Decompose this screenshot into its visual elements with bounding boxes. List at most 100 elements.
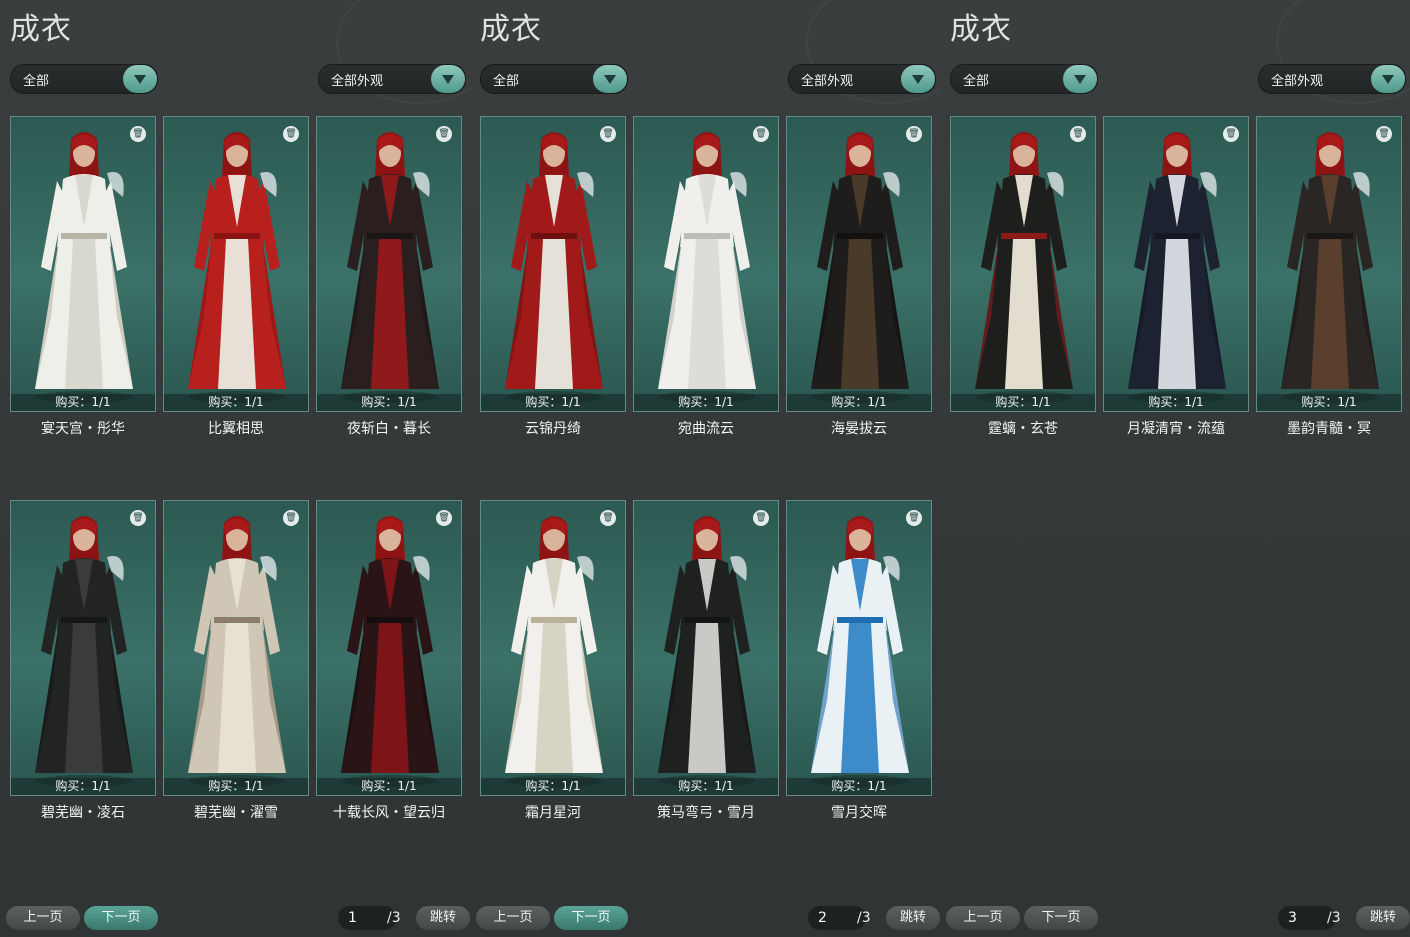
next-page-button[interactable]: 下一页 (84, 906, 158, 930)
purchase-count: 购买：1/1 (787, 394, 931, 411)
panel-title: 成衣 (480, 12, 542, 47)
outfit-card[interactable]: 🗑 购买：1/1 (316, 500, 462, 796)
chevron-down-icon[interactable] (431, 65, 465, 93)
category-dropdown-label: 全部 (23, 74, 50, 89)
trash-icon[interactable]: 🗑 (753, 126, 769, 142)
outfit-figure (505, 132, 603, 403)
chevron-down-icon[interactable] (593, 65, 627, 93)
outfit-name: 海晏拔云 (831, 421, 887, 437)
purchase-count: 购买：1/1 (11, 778, 155, 795)
trash-icon[interactable]: 🗑 (600, 510, 616, 526)
outfit-name: 碧芜幽・濯雪 (194, 805, 278, 821)
chevron-down-icon[interactable] (1371, 65, 1405, 93)
outfit-figure (1128, 132, 1226, 403)
next-page-button[interactable]: 下一页 (554, 906, 628, 930)
chevron-down-icon[interactable] (123, 65, 157, 93)
trash-icon[interactable]: 🗑 (1376, 126, 1392, 142)
outfit-card[interactable]: 🗑 购买：1/1 (480, 500, 626, 796)
outfit-card[interactable]: 🗑 购买：1/1 (633, 500, 779, 796)
outfit-figure (811, 516, 909, 787)
outfit-name: 月凝清宵・流蕴 (1127, 421, 1225, 437)
prev-page-button[interactable]: 上一页 (6, 906, 80, 930)
outfit-name: 夜斩白・暮长 (347, 421, 431, 437)
trash-icon[interactable]: 🗑 (130, 510, 146, 526)
trash-icon[interactable]: 🗑 (283, 510, 299, 526)
outfit-figure (188, 516, 286, 787)
purchase-count: 购买：1/1 (787, 778, 931, 795)
outfit-card[interactable]: 🗑 购买：1/1 (633, 116, 779, 412)
outfit-card[interactable]: 🗑 购买：1/1 (1256, 116, 1402, 412)
trash-icon[interactable]: 🗑 (906, 510, 922, 526)
purchase-count: 购买：1/1 (1257, 394, 1401, 411)
trash-icon[interactable]: 🗑 (436, 510, 452, 526)
outfit-figure (1281, 132, 1379, 403)
outfit-figure (35, 516, 133, 787)
appearance-dropdown-label: 全部外观 (801, 74, 854, 89)
chevron-down-icon[interactable] (1063, 65, 1097, 93)
trash-icon[interactable]: 🗑 (1223, 126, 1239, 142)
trash-icon[interactable]: 🗑 (1070, 126, 1086, 142)
wardrobe-panel: 成衣 全部 全部外观 🗑 购买：1/1 宴天宫・彤华 🗑 购买：1/1 比翼相思 🗑 购买：1/1 夜… (0, 0, 470, 937)
category-dropdown-label: 全部 (493, 74, 520, 89)
category-dropdown[interactable]: 全部 (10, 64, 158, 94)
purchase-count: 购买：1/1 (164, 394, 308, 411)
outfit-name: 宴天宫・彤华 (41, 421, 125, 437)
page-total: /3 (387, 910, 401, 926)
purchase-count: 购买：1/1 (634, 778, 778, 795)
category-dropdown[interactable]: 全部 (480, 64, 628, 94)
appearance-dropdown[interactable]: 全部外观 (788, 64, 936, 94)
outfit-name: 雪月交晖 (831, 805, 887, 821)
outfit-card[interactable]: 🗑 购买：1/1 (1103, 116, 1249, 412)
wardrobe-panel: 成衣全部 全部外观 🗑 购买：1/1 云锦丹绮 🗑 购买：1/1 宛曲流云 🗑 购买：1/1 海晏拔… (470, 0, 940, 937)
chevron-down-icon[interactable] (901, 65, 935, 93)
outfit-name: 宛曲流云 (678, 421, 734, 437)
appearance-dropdown[interactable]: 全部外观 (318, 64, 466, 94)
outfit-figure (975, 132, 1073, 403)
jump-button[interactable]: 跳转 (416, 906, 470, 930)
trash-icon[interactable]: 🗑 (283, 126, 299, 142)
purchase-count: 购买：1/1 (1104, 394, 1248, 411)
outfit-name: 十载长风・望云归 (333, 805, 445, 821)
outfit-card[interactable]: 🗑 购买：1/1 (480, 116, 626, 412)
outfit-figure (188, 132, 286, 403)
category-dropdown[interactable]: 全部 (950, 64, 1098, 94)
outfit-card[interactable]: 🗑 购买：1/1 (786, 500, 932, 796)
outfit-figure (341, 516, 439, 787)
trash-icon[interactable]: 🗑 (130, 126, 146, 142)
outfit-card[interactable]: 🗑 购买：1/1 (950, 116, 1096, 412)
outfit-name: 云锦丹绮 (525, 421, 581, 437)
outfit-figure (658, 132, 756, 403)
trash-icon[interactable]: 🗑 (436, 126, 452, 142)
outfit-card[interactable]: 🗑 购买：1/1 (10, 500, 156, 796)
next-page-button[interactable]: 下一页 (1024, 906, 1098, 930)
outfit-card[interactable]: 🗑 购买：1/1 (10, 116, 156, 412)
panel-title: 成衣 (10, 12, 72, 47)
purchase-count: 购买：1/1 (11, 394, 155, 411)
trash-icon[interactable]: 🗑 (906, 126, 922, 142)
appearance-dropdown-label: 全部外观 (1271, 74, 1324, 89)
outfit-card[interactable]: 🗑 购买：1/1 (163, 500, 309, 796)
prev-page-button[interactable]: 上一页 (946, 906, 1020, 930)
outfit-card[interactable]: 🗑 购买：1/1 (786, 116, 932, 412)
wardrobe-panel: 成衣 全部 全部外观 🗑 购买：1/1 霆螭・玄苍 🗑 购买：1/1 月凝清宵・流蕴 🗑 购买：1/… (940, 0, 1410, 937)
purchase-count: 购买：1/1 (481, 394, 625, 411)
purchase-count: 购买：1/1 (317, 394, 461, 411)
trash-icon[interactable]: 🗑 (753, 510, 769, 526)
outfit-card[interactable]: 🗑 购买：1/1 (316, 116, 462, 412)
category-dropdown-label: 全部 (963, 74, 990, 89)
prev-page-button[interactable]: 上一页 (476, 906, 550, 930)
purchase-count: 购买：1/1 (481, 778, 625, 795)
outfit-figure (658, 516, 756, 787)
outfit-figure (811, 132, 909, 403)
panel-title: 成衣 (950, 12, 1012, 47)
outfit-name: 策马弯弓・雪月 (657, 805, 755, 821)
appearance-dropdown[interactable]: 全部外观 (1258, 64, 1406, 94)
page-total: /3 (857, 910, 871, 926)
trash-icon[interactable]: 🗑 (600, 126, 616, 142)
outfit-figure (35, 132, 133, 403)
purchase-count: 购买：1/1 (317, 778, 461, 795)
jump-button[interactable]: 跳转 (1356, 906, 1410, 930)
outfit-name: 墨韵青髓・冥 (1287, 421, 1371, 437)
outfit-card[interactable]: 🗑 购买：1/1 (163, 116, 309, 412)
jump-button[interactable]: 跳转 (886, 906, 940, 930)
